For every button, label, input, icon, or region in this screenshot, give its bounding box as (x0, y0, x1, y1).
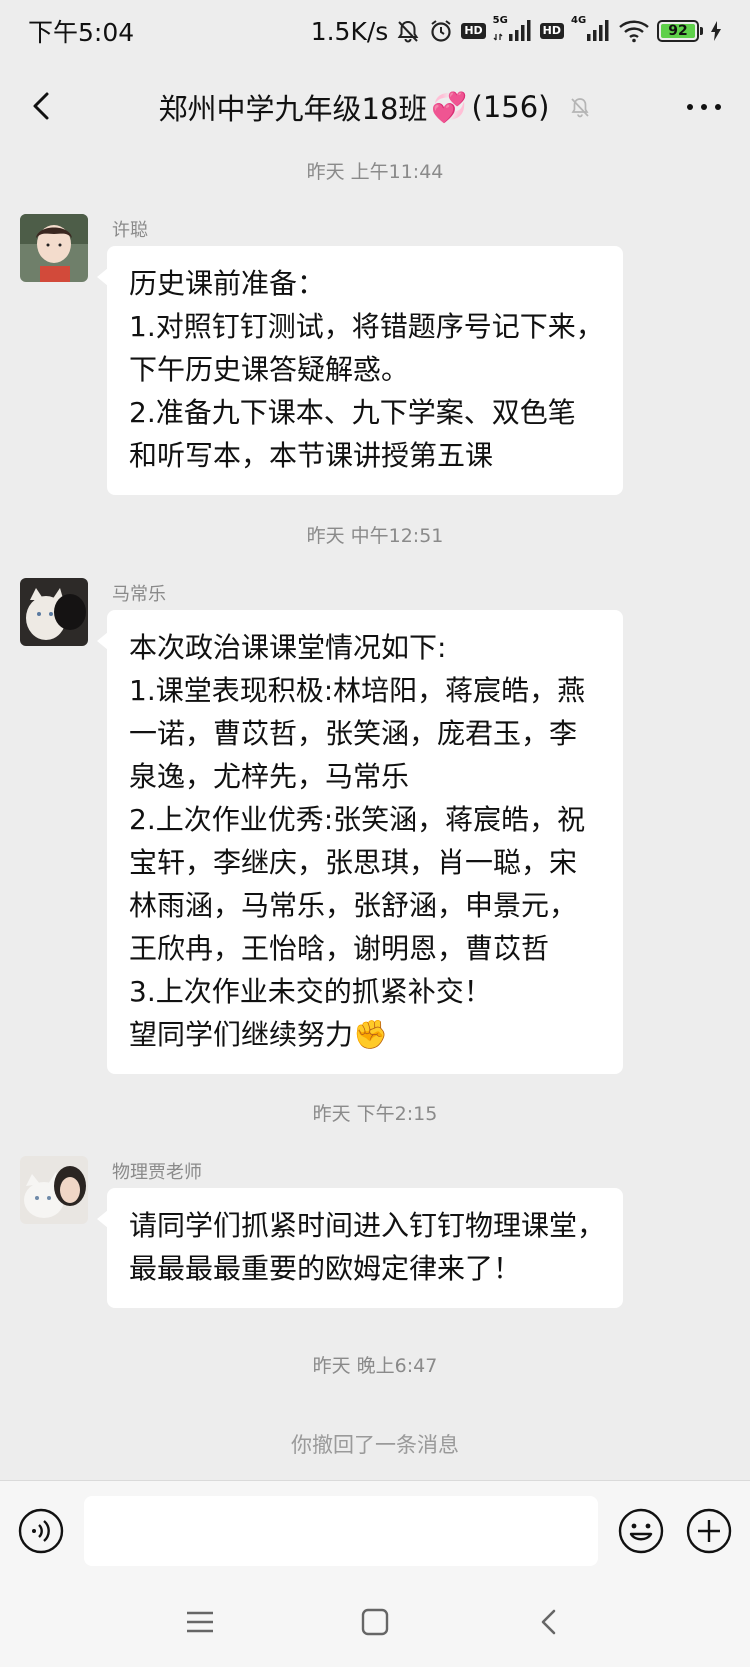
sender-name: 许聪 (112, 220, 148, 241)
avatar[interactable] (20, 214, 88, 282)
bell-off-icon (395, 18, 421, 44)
message-line: 宝轩，李继庆，张思琪，肖一聪，宋 (129, 846, 578, 879)
battery-level: 92 (668, 23, 688, 39)
message-line: 历史课前准备： (129, 267, 326, 300)
message-line: 本次政治课课堂情况如下: (129, 631, 447, 664)
input-bar (0, 1480, 750, 1580)
timestamp: 昨天 上午11:44 (306, 161, 444, 183)
home-icon[interactable] (357, 1604, 393, 1640)
message-line: 王欣冉，王怡晗，谢明恩，曹苡哲 (129, 932, 550, 965)
network-type-label: 5G (492, 15, 508, 26)
message-line: 和听写本，本节课讲授第五课 (129, 439, 494, 472)
signal-icon-2: 4G (571, 15, 611, 43)
emoji-icon[interactable] (617, 1507, 665, 1555)
message-line: 泉逸，尤梓先，马常乐 (129, 760, 410, 793)
message-line: 3.上次作业未交的抓紧补交！ (129, 975, 492, 1008)
avatar[interactable] (20, 578, 88, 646)
network-type-label-2: 4G (571, 15, 587, 26)
voice-icon[interactable] (17, 1507, 65, 1555)
message-line: 1.课堂表现积极:林培阳，蒋宸皓，燕 (129, 674, 586, 707)
timestamp: 昨天 中午12:51 (306, 525, 444, 547)
message-input[interactable] (84, 1496, 598, 1566)
chat-title: 郑州中学九年级18班 💞 (156) (159, 86, 592, 128)
status-time: 下午5:04 (28, 18, 135, 47)
hd-badge-2: HD (539, 23, 564, 39)
sender-name: 马常乐 (112, 584, 166, 605)
back-icon[interactable] (20, 84, 64, 128)
plus-icon[interactable] (685, 1507, 733, 1555)
alarm-icon (428, 18, 454, 44)
mute-bell-icon (570, 98, 589, 118)
heart-emoji: 💞 (431, 89, 468, 124)
message-line: 林雨涵，马常乐，张舒涵，申景元， (129, 889, 578, 922)
hd-badge: HD (461, 23, 486, 39)
message-line: 一诺，曹苡哲，张笑涵，庞君玉，李 (129, 717, 578, 750)
avatar[interactable] (20, 1156, 88, 1224)
system-back-icon[interactable] (532, 1604, 568, 1640)
system-navigation (0, 1580, 750, 1667)
menu-icon[interactable] (182, 1604, 218, 1640)
wifi-icon (618, 19, 650, 43)
status-right: 1.5K/s HD 5G HD 4G 92 (310, 15, 722, 46)
message-line: 2.准备九下课本、九下学案、双色笔 (129, 396, 576, 429)
sender-name: 物理贾老师 (112, 1162, 202, 1183)
network-speed: 1.5K/s (310, 16, 389, 46)
message-line: 2.上次作业优秀:张笑涵，蒋宸皓，祝 (129, 803, 586, 836)
signal-icon: 5G (493, 15, 533, 43)
more-icon[interactable] (684, 92, 724, 122)
message-line: 1.对照钉钉测试，将错题序号记下来， (129, 310, 604, 343)
message-line: 最最最最重要的欧姆定律来了！ (129, 1252, 522, 1285)
member-count: (156) (471, 90, 550, 124)
battery-icon: 92 (657, 20, 703, 42)
status-bar: 下午5:04 1.5K/s HD 5G HD 4G 92 (0, 0, 750, 62)
timestamp: 昨天 下午2:15 (312, 1103, 438, 1125)
chat-header: 郑州中学九年级18班 💞 (156) (0, 62, 750, 152)
message-bubble[interactable]: 历史课前准备： 1.对照钉钉测试，将错题序号记下来， 下午历史课答疑解惑。 2.… (97, 246, 623, 495)
message-line: 下午历史课答疑解惑。 (129, 353, 410, 386)
message-line: 望同学们继续努力✊ (129, 1018, 388, 1051)
charging-icon (710, 20, 722, 42)
group-name: 郑州中学九年级18班 (158, 92, 428, 126)
message-bubble[interactable]: 本次政治课课堂情况如下: 1.课堂表现积极:林培阳，蒋宸皓，燕 一诺，曹苡哲，张… (97, 610, 623, 1074)
message-bubble[interactable]: 请同学们抓紧时间进入钉钉物理课堂， 最最最最重要的欧姆定律来了！ (97, 1188, 623, 1308)
message-line: 请同学们抓紧时间进入钉钉物理课堂， (129, 1209, 606, 1242)
recall-notice[interactable]: 你撤回了一条消息 (0, 1429, 750, 1459)
timestamp: 昨天 晚上6:47 (312, 1355, 438, 1377)
